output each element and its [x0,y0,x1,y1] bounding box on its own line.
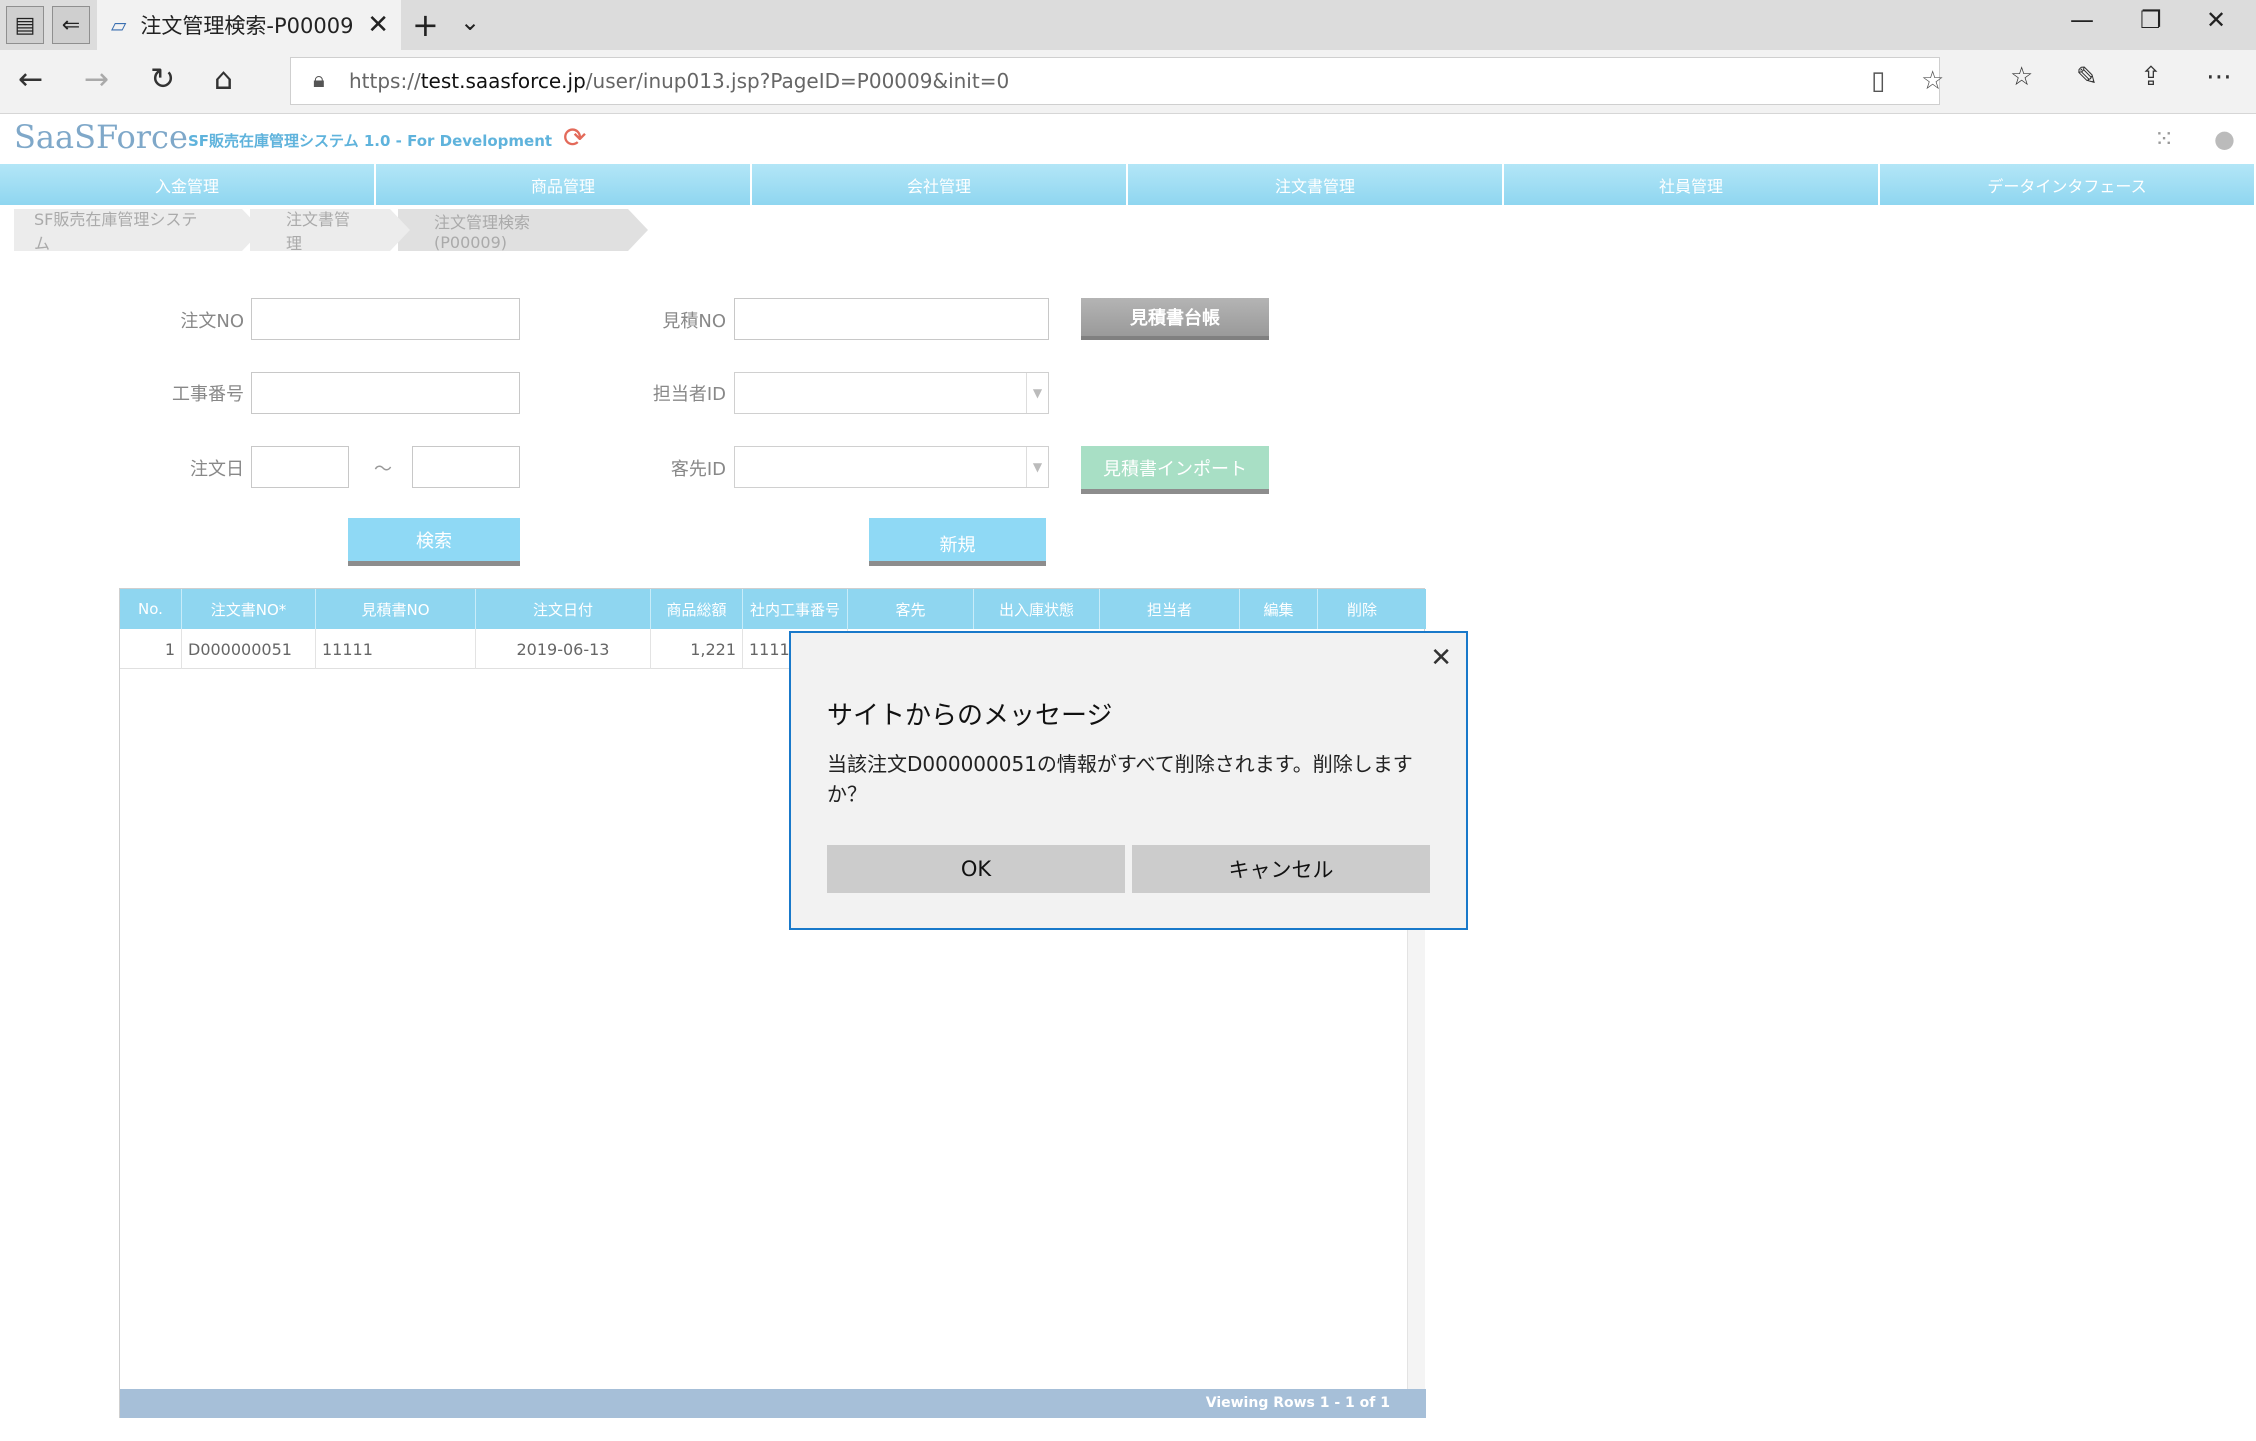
dialog-title: サイトからのメッセージ [827,701,1113,731]
order-no-input[interactable] [251,298,520,340]
forward-icon[interactable]: → [84,62,109,97]
project-no-label: 工事番号 [172,384,244,405]
customer-id-select[interactable]: ▼ [734,446,1049,488]
logo: SaaSForce [14,118,188,156]
estimate-import-button[interactable]: 見積書インポート [1081,446,1269,494]
cancel-button[interactable]: キャンセル [1132,845,1430,893]
apps-grid-icon[interactable]: ⁙ [2154,125,2174,153]
grid-header: No. 注文書NO* 見積書NO 注文日付 商品総額 社内工事番号 客先 出入庫… [120,589,1426,629]
dropdown-arrow-icon[interactable]: ▼ [1026,447,1048,487]
col-staff[interactable]: 担当者 [1100,589,1240,629]
page-favicon-icon: ▱ [111,13,127,37]
restore-icon[interactable]: ❐ [2140,6,2162,34]
col-total[interactable]: 商品総額 [651,589,743,629]
app-header: SaaSForce SF販売在庫管理システム 1.0 - For Develop… [0,115,2256,163]
dropdown-arrow-icon[interactable]: ▼ [1026,373,1048,413]
browser-tab[interactable]: ▱ 注文管理検索-P00009 ✕ [97,0,401,50]
reload-icon[interactable]: ⟳ [563,121,586,154]
set-aside-tabs-icon[interactable]: ⇐ [52,6,90,44]
breadcrumb-order-management[interactable]: 注文書管理 [250,209,410,253]
staff-id-select[interactable]: ▼ [734,372,1049,414]
cell-order-no: D000000051 [182,629,316,669]
breadcrumb-system[interactable]: SF販売在庫管理システム [14,209,262,253]
viewing-rows-text: Viewing Rows 1 - 1 of 1 [1205,1395,1390,1411]
cell-no: 1 [120,629,182,669]
col-no[interactable]: No. [120,589,182,629]
new-button[interactable]: 新規 [869,518,1046,566]
col-stock-status[interactable]: 出入庫状態 [974,589,1100,629]
cell-total: 1,221 [651,629,743,669]
lock-icon: 🔒︎ [313,68,325,93]
dialog-close-icon[interactable]: ✕ [1430,643,1452,673]
col-estimate-no[interactable]: 見積書NO [316,589,476,629]
url-text: https://test.saasforce.jp/user/inup013.j… [349,69,1010,93]
reading-view-icon[interactable]: ▯ [1871,66,1885,96]
tab-actions-icon[interactable]: ▤ [6,6,44,44]
ok-button[interactable]: OK [827,845,1125,893]
col-internal-no[interactable]: 社内工事番号 [743,589,848,629]
back-icon[interactable]: ← [18,62,43,97]
more-icon[interactable]: ⋯ [2206,62,2232,92]
cell-order-date: 2019-06-13 [476,629,651,669]
col-order-no[interactable]: 注文書NO* [182,589,316,629]
menu-company[interactable]: 会社管理 [752,164,1128,205]
order-date-from-input[interactable] [251,446,349,488]
order-no-label: 注文NO [180,311,244,332]
menu-data-interface[interactable]: データインタフェース [1880,164,2256,205]
share-icon[interactable]: ⇪ [2140,62,2162,92]
favorite-star-icon[interactable]: ☆ [1921,66,1944,96]
refresh-icon[interactable]: ↻ [150,62,175,97]
col-order-date[interactable]: 注文日付 [476,589,651,629]
col-edit: 編集 [1240,589,1318,629]
estimate-no-label: 見積NO [662,311,726,332]
new-tab-icon[interactable]: + [412,6,439,44]
pen-icon[interactable]: ✎ [2076,62,2098,92]
tab-preview-chevron-icon[interactable]: ⌄ [460,8,480,36]
menu-order[interactable]: 注文書管理 [1128,164,1504,205]
estimate-ledger-button[interactable]: 見積書台帳 [1081,298,1269,340]
order-date-label: 注文日 [190,459,244,480]
confirm-dialog: ✕ サイトからのメッセージ 当該注文D000000051の情報がすべて削除されま… [789,631,1468,930]
project-no-input[interactable] [251,372,520,414]
date-range-separator: ～ [374,459,392,480]
window-close-icon[interactable]: ✕ [2206,6,2226,34]
col-customer[interactable]: 客先 [848,589,974,629]
tab-close-icon[interactable]: ✕ [367,10,389,40]
minimize-icon[interactable]: — [2070,6,2094,34]
user-avatar-icon[interactable]: ● [2214,125,2235,153]
customer-id-label: 客先ID [670,459,726,480]
main-menu: 入金管理 商品管理 会社管理 注文書管理 社員管理 データインタフェース [0,164,2256,205]
breadcrumb: SF販売在庫管理システム 注文書管理 注文管理検索(P00009) [14,209,648,253]
menu-employee[interactable]: 社員管理 [1504,164,1880,205]
order-date-to-input[interactable] [412,446,520,488]
home-icon[interactable]: ⌂ [214,62,233,97]
address-bar[interactable]: 🔒︎ https://test.saasforce.jp/user/inup01… [290,57,1944,105]
estimate-no-input[interactable] [734,298,1049,340]
menu-payment[interactable]: 入金管理 [0,164,376,205]
cell-estimate-no: 11111 [316,629,476,669]
browser-tab-strip: ▤ ⇐ ▱ 注文管理検索-P00009 ✕ + ⌄ — ❐ ✕ [0,0,2256,50]
browser-nav-bar: ← → ↻ ⌂ 🔒︎ https://test.saasforce.jp/use… [0,50,2256,114]
dialog-message: 当該注文D000000051の情報がすべて削除されます。削除しますか？ [827,752,1413,806]
search-button[interactable]: 検索 [348,518,520,566]
favorites-list-icon[interactable]: ☆ [2010,62,2033,92]
staff-id-label: 担当者ID [652,384,726,405]
grid-footer: Viewing Rows 1 - 1 of 1 [120,1389,1426,1418]
col-delete: 削除 [1346,600,1377,619]
system-name: SF販売在庫管理システム 1.0 - For Development [188,132,553,150]
menu-product[interactable]: 商品管理 [376,164,752,205]
breadcrumb-current-page: 注文管理検索(P00009) [398,209,648,252]
tab-title: 注文管理検索-P00009 [140,14,354,38]
